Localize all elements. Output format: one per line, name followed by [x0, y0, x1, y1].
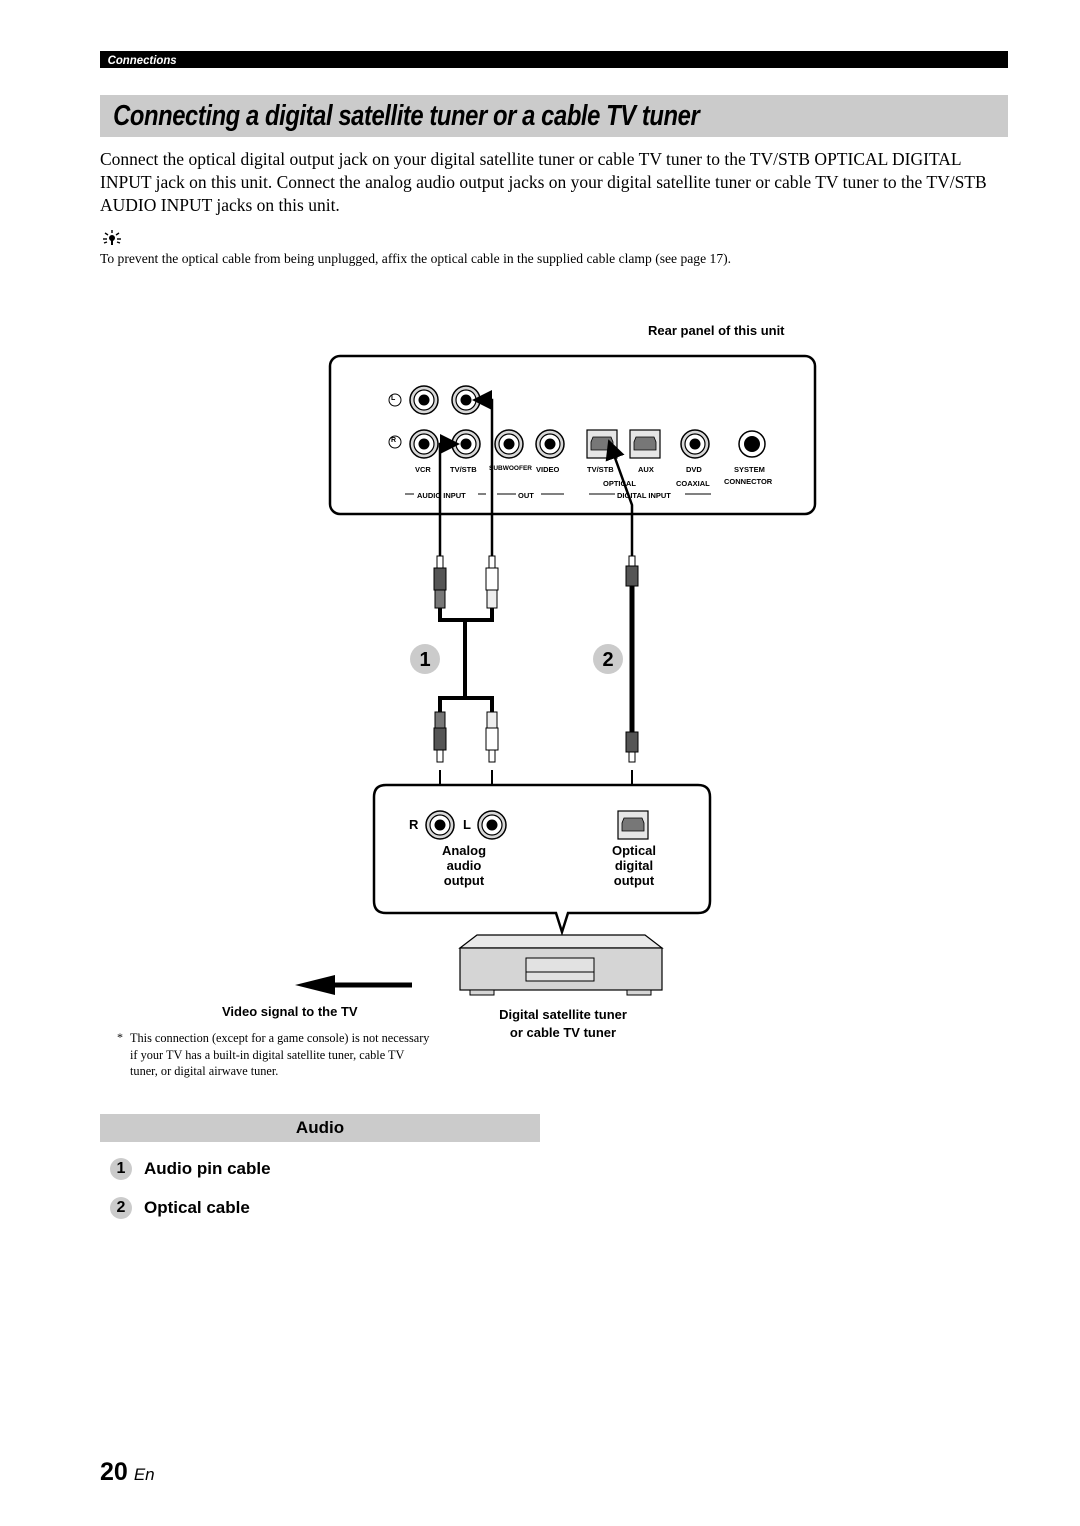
jack-label-aux: AUX: [638, 465, 654, 474]
audio-heading-bar: Audio: [100, 1114, 540, 1142]
aux-optical-jack: [629, 429, 661, 459]
rca-plug-bottom-r: [433, 711, 447, 763]
coaxial-sublabel: COAXIAL: [676, 479, 710, 488]
page-number: 20 En: [100, 1458, 155, 1487]
jack-label-vcr: VCR: [415, 465, 431, 474]
dvd-coaxial-jack: [680, 429, 710, 459]
jack-label-connector: CONNECTOR: [724, 477, 773, 486]
audio-heading: Audio: [295, 1118, 345, 1137]
group-label-out: OUT: [518, 491, 534, 500]
tvstb-l-jack: [451, 385, 481, 415]
device-r-label: R: [409, 817, 419, 832]
subwoofer-jack: [494, 429, 524, 459]
connection-diagram: 1 2: [295, 354, 817, 996]
tvstb-r-jack: [451, 429, 481, 459]
jack-label-dvd: DVD: [686, 465, 702, 474]
jack-label-video: VIDEO: [536, 465, 560, 474]
device-l-label: L: [463, 817, 471, 832]
analog-output-label: Analog audio output: [441, 843, 487, 888]
page-language: En: [133, 1465, 155, 1484]
optical-sublabel: OPTICAL: [603, 479, 636, 488]
jack-label-tvstb-audio: TV/STB: [450, 465, 477, 474]
vcr-r-jack: [409, 429, 439, 459]
device-r-output-jack: [425, 810, 455, 840]
legend-item-optical-cable: 2 Optical cable: [110, 1195, 250, 1221]
vcr-l-jack: [409, 385, 439, 415]
device-optical-output-jack: [617, 810, 649, 840]
svg-text:1: 1: [419, 649, 430, 671]
optical-output-label: Optical digital output: [611, 843, 657, 888]
tuner-device: [458, 934, 664, 996]
rca-plug-bottom-l: [485, 711, 499, 763]
footnote-mark: *: [117, 1030, 123, 1044]
legend-number-badge: 1: [110, 1158, 132, 1180]
footnote-text: This connection (except for a game conso…: [130, 1031, 430, 1078]
jack-label-tvstb-optical: TV/STB: [587, 465, 614, 474]
device-caption: Digital satellite tuner or cable TV tune…: [499, 1007, 627, 1040]
group-label-audio-input: AUDIO INPUT: [417, 491, 466, 500]
video-signal-label: Video signal to the TV: [222, 1004, 358, 1019]
jack-label-subwoofer: SUBWOOFER: [489, 465, 532, 472]
cable-badge-1: 1: [410, 644, 440, 674]
legend-label: Optical cable: [144, 1198, 250, 1217]
device-l-output-jack: [477, 810, 507, 840]
page-number-value: 20: [100, 1458, 128, 1486]
audio-pin-cable: [433, 555, 499, 763]
rca-plug-top-l: [485, 555, 499, 609]
jack-label-system: SYSTEM: [734, 465, 765, 474]
channel-r-label: R: [391, 437, 397, 444]
video-out-jack: [535, 429, 565, 459]
svg-text:2: 2: [602, 649, 613, 671]
legend-number-badge: 2: [110, 1197, 132, 1219]
cable-badge-2: 2: [593, 644, 623, 674]
legend-label: Audio pin cable: [144, 1159, 271, 1178]
channel-l-label: L: [391, 395, 396, 402]
system-connector-jack: [738, 430, 766, 458]
legend-item-audio-pin-cable: 1 Audio pin cable: [110, 1156, 271, 1182]
video-signal-arrow: [295, 975, 412, 995]
optical-cable: [625, 555, 639, 763]
rca-plug-top-r: [433, 555, 447, 609]
group-label-digital-input: DIGITAL INPUT: [617, 491, 671, 500]
